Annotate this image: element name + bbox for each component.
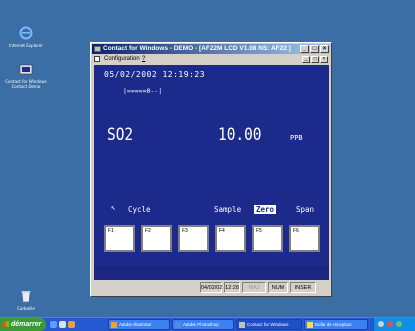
- fkey-label: F3: [182, 228, 188, 234]
- lcd-function-span[interactable]: Span: [296, 205, 314, 214]
- quicklaunch-app-icon[interactable]: [68, 321, 75, 328]
- fkey-label: F6: [293, 228, 299, 234]
- lcd-reading: 10.00: [218, 125, 262, 145]
- status-date: 04/02/02: [200, 282, 222, 293]
- desktop-icon-label: Internet Explorer: [9, 43, 43, 48]
- lcd-datetime: 05/02/2002 12:19:23: [104, 70, 206, 79]
- desktop-icon-contact[interactable]: Contact for Windows Contact Demo: [0, 62, 52, 89]
- fkey-label: F5: [256, 228, 262, 234]
- status-num: NUM: [268, 282, 288, 293]
- taskbar-button-inbox[interactable]: Boîte de réception: [304, 319, 368, 330]
- window-titlebar[interactable]: Contact for Windows - DEMO - [AF22M LCD …: [92, 44, 330, 54]
- start-button[interactable]: démarrer: [0, 318, 46, 331]
- lcd-unit: PPB: [290, 134, 303, 142]
- lcd-bottom-band: [94, 266, 329, 280]
- taskbar-button-label: Boîte de réception: [315, 322, 352, 327]
- photoshop-icon: [175, 322, 181, 328]
- fkey-f5[interactable]: F5: [252, 225, 283, 252]
- fkey-label: F4: [219, 228, 225, 234]
- windows-logo-icon: [3, 321, 9, 327]
- desktop-icon-label: Contact for Windows Contact Demo: [5, 79, 47, 89]
- close-button[interactable]: ×: [320, 45, 329, 53]
- status-time: 12:28: [224, 282, 240, 293]
- lcd-display: 05/02/2002 12:19:23 |=====0--| SO2 10.00…: [94, 65, 329, 280]
- network-icon[interactable]: [378, 321, 384, 327]
- inbox-icon: [307, 322, 313, 328]
- contact-window: Contact for Windows - DEMO - [AF22M LCD …: [90, 42, 332, 297]
- taskbar-button-photoshop[interactable]: Adobe Photoshop: [172, 319, 234, 330]
- lcd-cursor: ↖: [111, 203, 116, 212]
- taskbar-button-label: Contact for Windows: [247, 322, 289, 327]
- taskbar-button-contact[interactable]: Contact for Windows: [236, 319, 302, 330]
- taskbar-button-label: Adobe Illustrator: [119, 322, 152, 327]
- function-key-row: F1 F2 F3 F4 F5 F6: [104, 225, 320, 252]
- status-inser: INSER: [290, 282, 316, 293]
- desktop: Internet Explorer Contact for Windows Co…: [0, 0, 415, 317]
- menu-configuration[interactable]: Configuration: [104, 55, 140, 64]
- child-restore-button[interactable]: □: [311, 56, 319, 63]
- child-minimize-button[interactable]: _: [302, 56, 310, 63]
- fkey-label: F2: [145, 228, 151, 234]
- quicklaunch-ie-icon[interactable]: [50, 321, 57, 328]
- taskbar: démarrer Adobe Illustrator Adobe Photosh…: [0, 317, 415, 331]
- fkey-f1[interactable]: F1: [104, 225, 135, 252]
- fkey-f4[interactable]: F4: [215, 225, 246, 252]
- document-icon: [94, 56, 100, 62]
- system-tray: [373, 318, 415, 331]
- app-icon: [94, 46, 101, 52]
- lcd-function-cycle[interactable]: Cycle: [128, 205, 151, 214]
- fkey-f6[interactable]: F6: [289, 225, 320, 252]
- desktop-icon-internet-explorer[interactable]: Internet Explorer: [0, 26, 52, 48]
- desktop-icon-label: Corbeille: [17, 306, 35, 311]
- fkey-f3[interactable]: F3: [178, 225, 209, 252]
- volume-icon[interactable]: [396, 321, 402, 327]
- menu-help[interactable]: ?: [142, 55, 145, 64]
- status-bar: 04/02/02 12:28 MAJ NUM INSER: [94, 281, 329, 295]
- lcd-function-sample[interactable]: Sample: [214, 205, 241, 214]
- contact-app-icon: [19, 64, 33, 75]
- child-close-button[interactable]: ×: [320, 56, 328, 63]
- illustrator-icon: [111, 322, 117, 328]
- lcd-function-zero[interactable]: Zero: [254, 205, 277, 214]
- menu-bar: Configuration ? _ □ ×: [92, 55, 330, 64]
- quicklaunch-desktop-icon[interactable]: [59, 321, 66, 328]
- start-label: démarrer: [11, 321, 42, 328]
- contact-app-icon: [239, 322, 245, 328]
- maximize-button[interactable]: □: [310, 45, 319, 53]
- fkey-f2[interactable]: F2: [141, 225, 172, 252]
- minimize-button[interactable]: _: [300, 45, 309, 53]
- recycle-bin-icon: [21, 291, 31, 303]
- desktop-icon-recycle-bin[interactable]: Corbeille: [0, 289, 52, 311]
- status-maj: MAJ: [242, 282, 266, 293]
- lcd-bargraph: |=====0--|: [123, 87, 163, 95]
- taskbar-button-label: Adobe Photoshop: [183, 322, 219, 327]
- security-icon[interactable]: [387, 321, 393, 327]
- taskbar-button-illustrator[interactable]: Adobe Illustrator: [108, 319, 170, 330]
- internet-explorer-icon: [19, 26, 33, 40]
- lcd-gas-name: SO2: [107, 125, 134, 145]
- fkey-label: F1: [108, 228, 114, 234]
- window-title: Contact for Windows - DEMO - [AF22M LCD …: [103, 45, 291, 52]
